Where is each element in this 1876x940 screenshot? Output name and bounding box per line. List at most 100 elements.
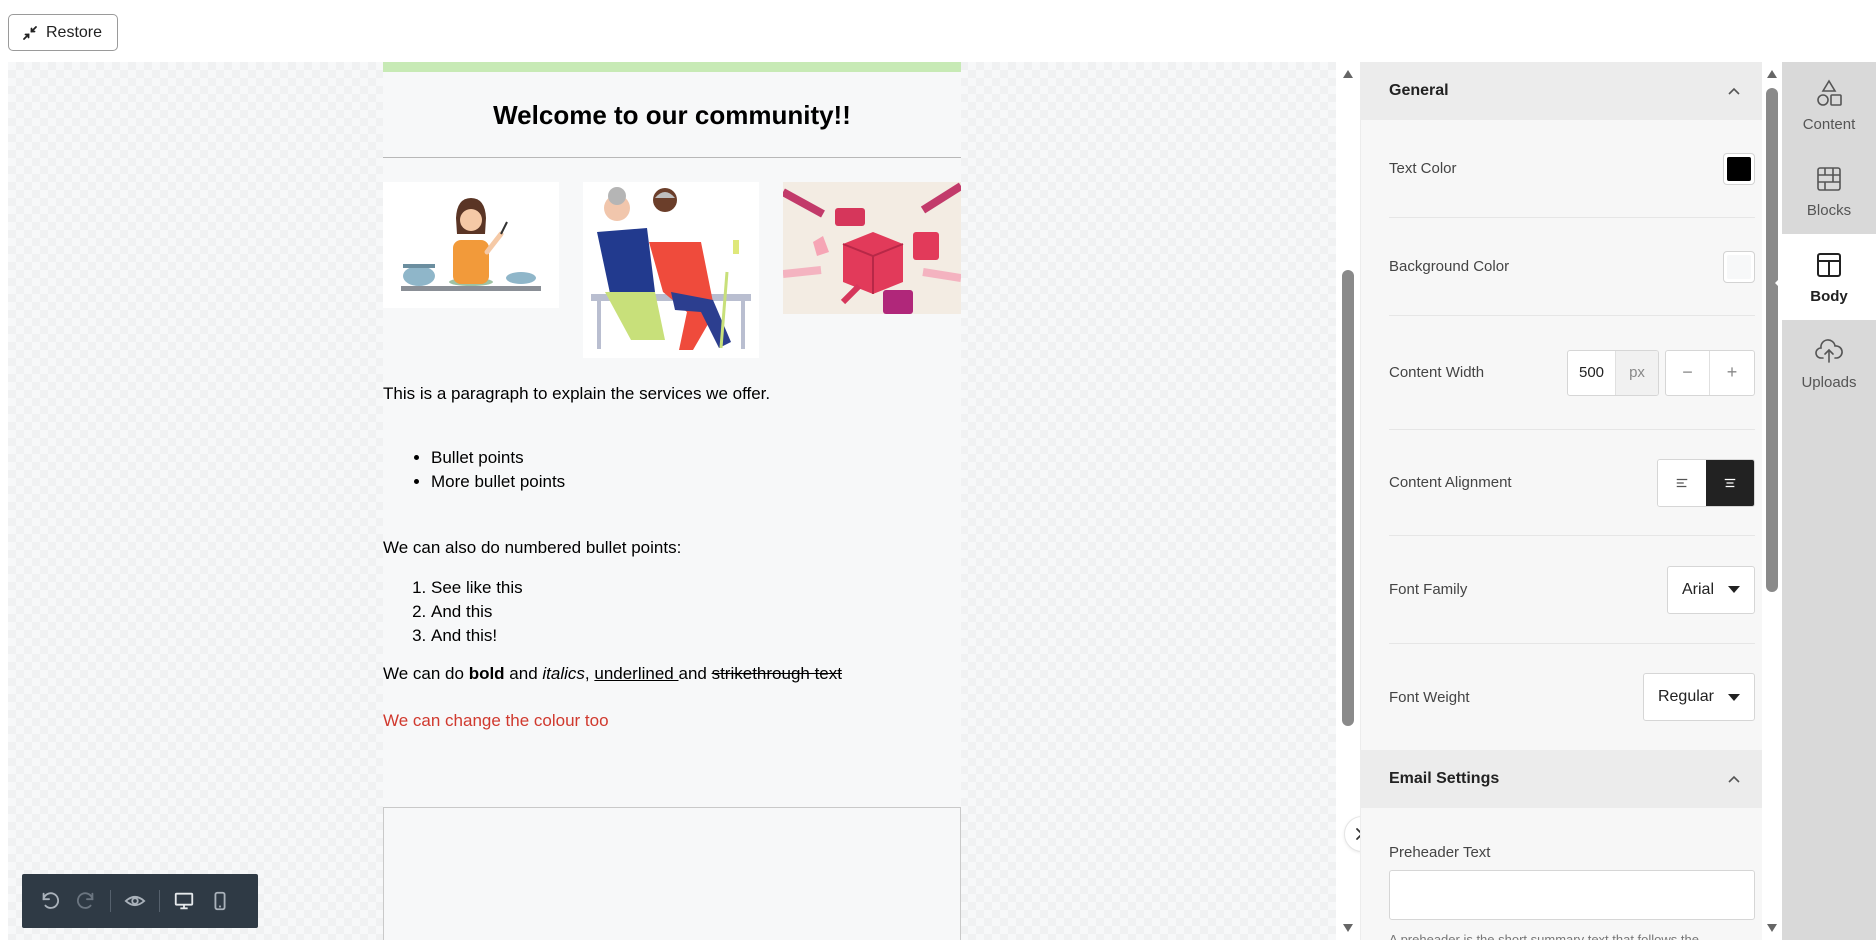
side-tabs: Content Blocks Body Uploads bbox=[1775, 62, 1876, 940]
decrement-button[interactable]: − bbox=[1666, 350, 1710, 395]
image-couple[interactable] bbox=[583, 182, 759, 358]
align-left-icon bbox=[1676, 478, 1688, 487]
font-family-value: Arial bbox=[1681, 580, 1714, 598]
header-color-bar[interactable] bbox=[383, 62, 961, 72]
mobile-icon bbox=[214, 891, 226, 911]
numbered-list[interactable]: See like this And this And this! bbox=[383, 576, 523, 648]
text-color-swatch[interactable] bbox=[1723, 152, 1755, 185]
font-family-select[interactable]: Arial bbox=[1666, 565, 1755, 614]
image-clothes-donation[interactable] bbox=[783, 182, 961, 314]
chevron-up-icon bbox=[1728, 775, 1740, 783]
format-underlined: underlined bbox=[594, 664, 679, 683]
format-comma: , bbox=[584, 664, 595, 683]
align-center-button[interactable] bbox=[1706, 459, 1754, 506]
font-weight-value: Regular bbox=[1657, 688, 1714, 705]
cooking-illustration bbox=[401, 198, 541, 291]
font-family-row: Font Family Arial bbox=[1389, 536, 1755, 644]
background-color-row: Background Color bbox=[1389, 218, 1755, 316]
couple-illustration bbox=[591, 187, 751, 350]
scroll-thumb[interactable] bbox=[1766, 88, 1778, 592]
numbered-intro[interactable]: We can also do numbered bullet points: bbox=[383, 536, 681, 560]
empty-content-block[interactable] bbox=[383, 807, 961, 940]
bullet-item: Bullet points bbox=[431, 446, 565, 470]
settings-panel: General Text Color Background Color Cont… bbox=[1360, 62, 1762, 940]
content-width-value[interactable]: 500 bbox=[1568, 350, 1616, 395]
redo-button[interactable] bbox=[68, 883, 104, 919]
email-settings-title: Email Settings bbox=[1389, 770, 1500, 787]
blocks-icon bbox=[1817, 166, 1841, 191]
content-width-input[interactable]: 500 px bbox=[1567, 349, 1659, 396]
tab-content[interactable]: Content bbox=[1782, 62, 1876, 148]
cloud-upload-icon bbox=[1815, 338, 1843, 363]
text-color-row: Text Color bbox=[1389, 120, 1755, 218]
bullet-item: More bullet points bbox=[431, 470, 565, 494]
desktop-view-button[interactable] bbox=[166, 883, 202, 919]
email-settings-section-header[interactable]: Email Settings bbox=[1361, 750, 1762, 808]
divider[interactable] bbox=[383, 157, 961, 158]
mobile-view-button[interactable] bbox=[202, 883, 238, 919]
services-paragraph[interactable]: This is a paragraph to explain the servi… bbox=[383, 382, 770, 406]
toolbar-separator bbox=[110, 890, 111, 912]
font-weight-row: Font Weight Regular bbox=[1389, 644, 1755, 750]
shapes-icon bbox=[1817, 78, 1842, 106]
chevron-up-icon bbox=[1728, 87, 1740, 95]
content-alignment-row: Content Alignment bbox=[1389, 430, 1755, 536]
scroll-down-icon[interactable] bbox=[1767, 924, 1777, 932]
content-alignment-label: Content Alignment bbox=[1389, 474, 1512, 491]
content-width-controls: 500 px − + bbox=[1567, 349, 1755, 396]
tab-body[interactable]: Body bbox=[1782, 234, 1876, 320]
format-and: and bbox=[678, 664, 712, 683]
text-color-label: Text Color bbox=[1389, 160, 1457, 177]
panel-scrollbar[interactable] bbox=[1762, 62, 1782, 940]
caret-down-icon bbox=[1728, 586, 1740, 593]
format-bold: bold bbox=[468, 664, 505, 683]
active-tab-notch bbox=[1775, 276, 1782, 290]
format-and: and bbox=[504, 664, 543, 683]
increment-button[interactable]: + bbox=[1710, 351, 1754, 395]
formatting-line[interactable]: We can do bold and italics, underlined a… bbox=[383, 662, 842, 686]
text-color-fill bbox=[1727, 156, 1751, 181]
canvas-scrollbar[interactable] bbox=[1336, 62, 1360, 940]
preheader-input[interactable] bbox=[1389, 870, 1755, 920]
numbered-item: And this bbox=[431, 600, 523, 624]
bottom-toolbar bbox=[22, 874, 258, 928]
align-left-button[interactable] bbox=[1658, 459, 1706, 506]
layout-icon bbox=[1817, 252, 1841, 277]
font-weight-label: Font Weight bbox=[1389, 688, 1470, 706]
font-weight-select[interactable]: Regular bbox=[1642, 673, 1755, 721]
bullet-list[interactable]: Bullet points More bullet points bbox=[383, 446, 565, 494]
tab-label: Blocks bbox=[1806, 201, 1852, 219]
eye-icon bbox=[124, 895, 146, 907]
editor-canvas[interactable]: Welcome to our community!! This is a par… bbox=[8, 62, 1336, 940]
tab-uploads[interactable]: Uploads bbox=[1782, 320, 1876, 406]
tab-label: Content bbox=[1802, 115, 1856, 133]
preview-button[interactable] bbox=[117, 883, 153, 919]
clothes-illustration bbox=[783, 182, 961, 314]
format-strikethrough: strikethrough text bbox=[711, 664, 842, 683]
align-center-icon bbox=[1724, 478, 1736, 487]
preheader-label: Preheader Text bbox=[1389, 844, 1491, 861]
scroll-up-icon[interactable] bbox=[1767, 70, 1777, 78]
preheader-helper-text: A preheader is the short summary text th… bbox=[1389, 932, 1699, 940]
desktop-icon bbox=[174, 892, 194, 910]
general-section-header[interactable]: General bbox=[1361, 62, 1762, 120]
font-family-label: Font Family bbox=[1389, 581, 1468, 598]
scroll-down-icon[interactable] bbox=[1343, 924, 1353, 932]
email-body[interactable]: Welcome to our community!! This is a par… bbox=[383, 62, 961, 940]
colour-line[interactable]: We can change the colour too bbox=[383, 709, 609, 733]
tab-label: Body bbox=[1810, 287, 1848, 305]
restore-icon bbox=[23, 25, 37, 40]
restore-label: Restore bbox=[46, 23, 103, 41]
scroll-up-icon[interactable] bbox=[1343, 70, 1353, 78]
email-heading[interactable]: Welcome to our community!! bbox=[383, 100, 961, 131]
numbered-item: And this! bbox=[431, 624, 523, 648]
numbered-item: See like this bbox=[431, 576, 523, 600]
image-cooking[interactable] bbox=[383, 182, 559, 308]
tab-blocks[interactable]: Blocks bbox=[1782, 148, 1876, 234]
background-color-swatch[interactable] bbox=[1723, 250, 1755, 283]
format-italic: italics bbox=[542, 664, 585, 683]
undo-button[interactable] bbox=[32, 883, 68, 919]
content-width-row: Content Width 500 px − + bbox=[1389, 316, 1755, 430]
scroll-thumb[interactable] bbox=[1342, 270, 1354, 726]
restore-button[interactable]: Restore bbox=[8, 14, 119, 51]
